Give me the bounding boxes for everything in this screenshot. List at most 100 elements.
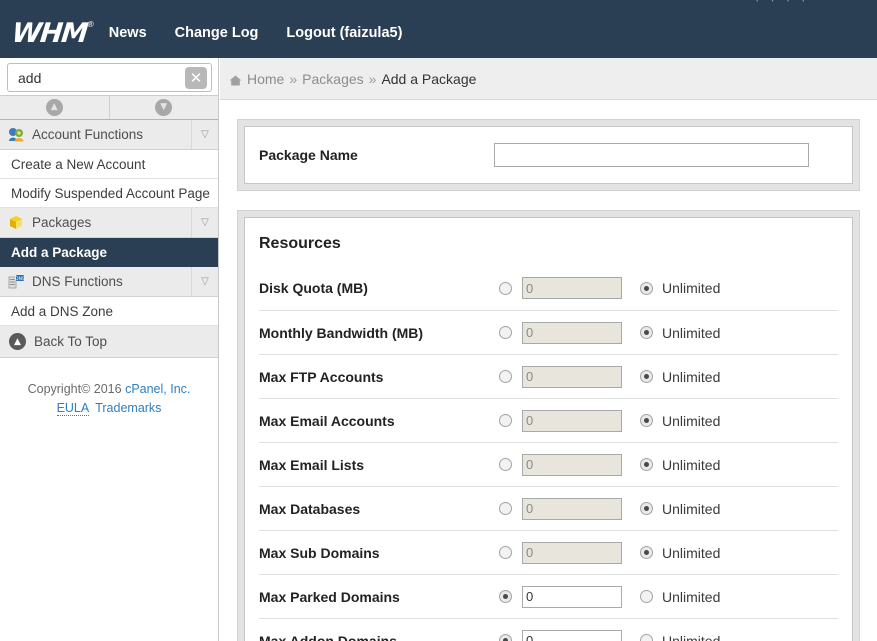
package-name-label: Package Name bbox=[259, 147, 358, 163]
resource-label: Disk Quota (MB) bbox=[259, 280, 368, 296]
clipped-top-nav-row: |||| bbox=[0, 0, 877, 8]
resource-input-max-email-accounts bbox=[522, 409, 622, 432]
chevron-down-icon[interactable]: ▽ bbox=[191, 267, 218, 296]
radio-unlimited-disk-quota-mb[interactable] bbox=[640, 281, 653, 295]
header-link-news[interactable]: News bbox=[109, 25, 147, 41]
breadcrumb-item-add-a-package: Add a Package bbox=[381, 70, 477, 87]
radio-value-max-parked-domains[interactable] bbox=[499, 590, 512, 603]
package-name-input[interactable] bbox=[494, 143, 809, 167]
sidebar-category-account-functions[interactable]: Account Functions ▽ bbox=[0, 120, 218, 150]
sidebar-category-label: DNS Functions bbox=[32, 274, 123, 289]
radio-value-max-email-lists[interactable] bbox=[499, 458, 512, 471]
whm-logo-text: WHM bbox=[10, 17, 89, 49]
breadcrumb: Home » Packages » Add a Package bbox=[220, 58, 877, 100]
breadcrumb-item-home[interactable]: Home bbox=[247, 71, 284, 87]
resource-label: Monthly Bandwidth (MB) bbox=[259, 324, 424, 341]
sidebar-category-label: Account Functions bbox=[32, 127, 144, 142]
header-link-change-log[interactable]: Change Log bbox=[175, 25, 259, 41]
resource-label: Max Parked Domains bbox=[259, 588, 400, 605]
package-name-panel-inner: Package Name bbox=[244, 126, 853, 184]
sidebar-item-label: Add a Package bbox=[11, 244, 108, 260]
scroll-up-button[interactable]: ▲ bbox=[0, 96, 109, 119]
search-box[interactable]: ✕ bbox=[7, 63, 212, 92]
sidebar-category-dns-functions[interactable]: DNS DNS Functions ▽ bbox=[0, 267, 218, 297]
breadcrumb-separator: » bbox=[368, 70, 377, 87]
copyright-company: cPanel, Inc. bbox=[125, 382, 191, 396]
unlimited-label: Unlimited bbox=[662, 588, 721, 605]
header-link-logout[interactable]: Logout (faizula5) bbox=[286, 25, 402, 41]
radio-value-disk-quota-mb[interactable] bbox=[499, 281, 512, 295]
chevron-down-icon: ▼ bbox=[155, 99, 173, 116]
radio-value-max-sub-domains[interactable] bbox=[499, 546, 512, 559]
arrow-up-icon: ▲ bbox=[9, 333, 26, 350]
app-header: WHM ® News Change Log Logout (faizula5) bbox=[0, 8, 877, 58]
breadcrumb-item-packages[interactable]: Packages bbox=[302, 71, 363, 87]
resource-row-max-addon-domains: Max Addon Domains Unlimited bbox=[259, 618, 838, 641]
unlimited-label: Unlimited bbox=[662, 412, 721, 429]
radio-unlimited-max-ftp-accounts[interactable] bbox=[640, 370, 653, 383]
unlimited-label: Unlimited bbox=[662, 324, 721, 341]
resources-row-list: Disk Quota (MB)UnlimitedMonthly Bandwidt… bbox=[259, 266, 838, 641]
dns-functions-icon: DNS bbox=[8, 274, 25, 289]
account-functions-icon bbox=[8, 127, 25, 142]
package-name-panel: Package Name bbox=[237, 119, 860, 191]
unlimited-label: Unlimited bbox=[662, 544, 721, 561]
sidebar-item-create-a-new-account[interactable]: Create a New Account bbox=[0, 150, 218, 179]
sidebar-item-add-a-dns-zone[interactable]: Add a DNS Zone bbox=[0, 297, 218, 326]
radio-unlimited-max-parked-domains[interactable] bbox=[640, 590, 653, 603]
radio-value-max-addon-domains[interactable] bbox=[499, 634, 512, 641]
radio-unlimited-max-sub-domains[interactable] bbox=[640, 546, 653, 559]
sidebar-category-packages[interactable]: Packages ▽ bbox=[0, 208, 218, 238]
sidebar-item-add-a-package[interactable]: Add a Package bbox=[0, 238, 218, 267]
copyright-block: Copyright© 2016 cPanel, Inc. EULA Tradema… bbox=[0, 380, 218, 418]
breadcrumb-separator: » bbox=[289, 70, 298, 87]
resource-input-max-addon-domains[interactable] bbox=[522, 629, 622, 641]
chevron-down-icon[interactable]: ▽ bbox=[191, 208, 218, 237]
resource-input-max-databases bbox=[522, 497, 622, 520]
resource-row-max-parked-domains: Max Parked Domains Unlimited bbox=[259, 574, 838, 618]
radio-value-max-email-accounts[interactable] bbox=[499, 414, 512, 427]
packages-icon bbox=[8, 215, 25, 230]
resource-label: Max FTP Accounts bbox=[259, 368, 384, 385]
chevron-up-icon: ▲ bbox=[45, 99, 63, 116]
back-to-top-button[interactable]: ▲ Back To Top bbox=[0, 326, 218, 358]
resource-input-monthly-bandwidth-mb bbox=[522, 321, 622, 344]
clipped-nav-text: |||| bbox=[0, 0, 877, 2]
resource-input-disk-quota-mb bbox=[522, 277, 622, 299]
resource-row-monthly-bandwidth-mb: Monthly Bandwidth (MB) Unlimited bbox=[259, 310, 838, 354]
radio-value-max-databases[interactable] bbox=[499, 502, 512, 515]
whm-logo[interactable]: WHM ® bbox=[10, 17, 95, 49]
chevron-down-icon[interactable]: ▽ bbox=[191, 120, 218, 149]
resources-panel-inner: Resources Disk Quota (MB)UnlimitedMonthl… bbox=[244, 217, 853, 641]
sidebar-item-label: Add a DNS Zone bbox=[11, 303, 114, 319]
resource-row-max-email-accounts: Max Email Accounts Unlimited bbox=[259, 398, 838, 442]
resource-label: Max Email Lists bbox=[259, 456, 365, 473]
sidebar-scroll-controls: ▲ ▼ bbox=[0, 95, 218, 120]
resource-label: Max Sub Domains bbox=[259, 544, 380, 561]
radio-unlimited-monthly-bandwidth-mb[interactable] bbox=[640, 326, 653, 339]
radio-unlimited-max-email-accounts[interactable] bbox=[640, 414, 653, 427]
trademarks-link[interactable]: Trademarks bbox=[95, 401, 161, 415]
svg-text:DNS: DNS bbox=[15, 276, 25, 282]
radio-unlimited-max-email-lists[interactable] bbox=[640, 458, 653, 471]
clear-search-icon[interactable]: ✕ bbox=[185, 67, 207, 89]
main-content: Package Name Resources Disk Quota (MB) Un… bbox=[220, 100, 877, 641]
radio-value-monthly-bandwidth-mb[interactable] bbox=[499, 326, 512, 339]
resource-label: Max Addon Domains bbox=[259, 632, 397, 641]
resource-input-max-parked-domains[interactable] bbox=[522, 585, 622, 608]
radio-unlimited-max-databases[interactable] bbox=[640, 502, 653, 515]
resource-row-max-email-lists: Max Email Lists Unlimited bbox=[259, 442, 838, 486]
radio-value-max-ftp-accounts[interactable] bbox=[499, 370, 512, 383]
search-input[interactable] bbox=[16, 69, 166, 87]
radio-unlimited-max-addon-domains[interactable] bbox=[640, 634, 653, 641]
sidebar-item-modify-suspended-account-page[interactable]: Modify Suspended Account Page bbox=[0, 179, 218, 208]
unlimited-label: Unlimited bbox=[662, 280, 721, 296]
unlimited-label: Unlimited bbox=[662, 632, 721, 641]
resource-row-disk-quota-mb: Disk Quota (MB) Unlimited bbox=[259, 266, 838, 310]
resource-row-max-databases: Max Databases Unlimited bbox=[259, 486, 838, 530]
scroll-down-button[interactable]: ▼ bbox=[108, 96, 218, 119]
package-name-row: Package Name bbox=[259, 127, 838, 183]
sidebar-item-label: Modify Suspended Account Page bbox=[11, 185, 210, 201]
back-to-top-label: Back To Top bbox=[34, 334, 108, 349]
eula-link[interactable]: EULA bbox=[56, 401, 90, 416]
